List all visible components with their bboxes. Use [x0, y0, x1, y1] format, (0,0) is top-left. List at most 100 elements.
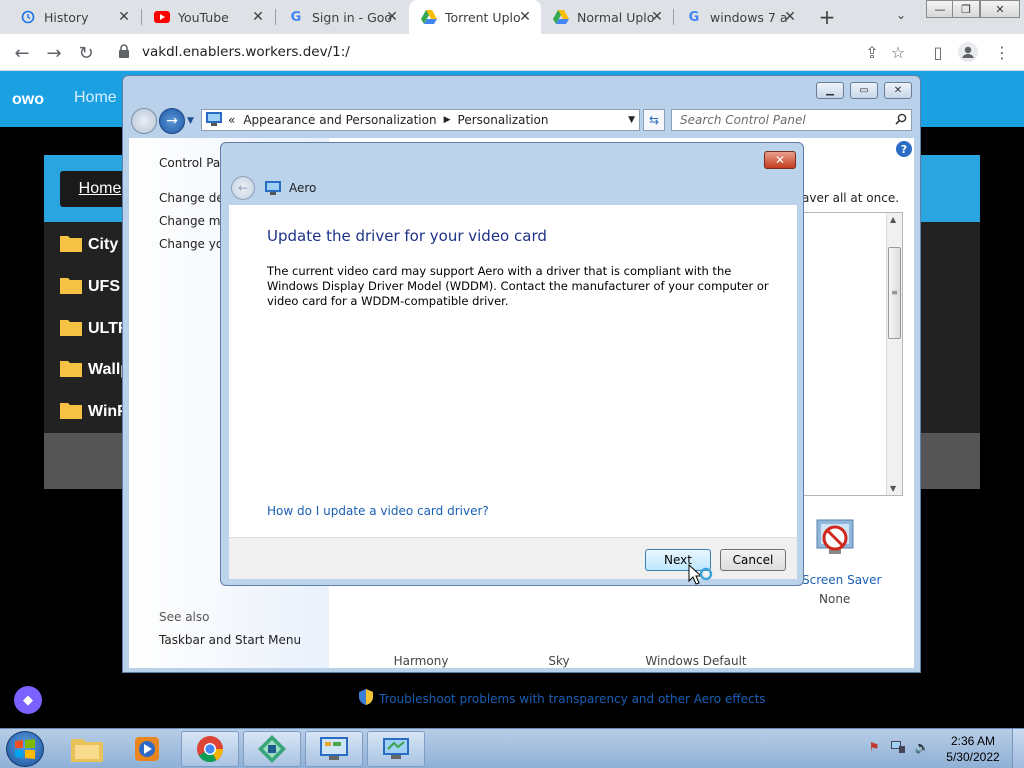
cancel-button[interactable]: Cancel [720, 549, 786, 571]
breadcrumb-separator-icon[interactable]: ▶ [444, 115, 451, 125]
show-desktop-button[interactable] [1012, 729, 1024, 768]
tab-windows-7[interactable]: G windows 7 a ✕ [674, 0, 806, 34]
floating-diamond-icon[interactable]: ◆ [14, 686, 42, 714]
windows-logo-icon [15, 739, 35, 759]
close-icon[interactable]: ✕ [116, 9, 132, 25]
minimize-button[interactable]: — [926, 0, 954, 18]
update-driver-help-link[interactable]: How do I update a video card driver? [267, 504, 489, 518]
folder-icon [60, 401, 82, 424]
taskbar: ⚑ 🔈 2:36 AM 5/30/2022 [0, 728, 1024, 768]
scrollbar-thumb[interactable]: ≡ [888, 247, 901, 339]
tab-search-chevron-icon[interactable]: ⌄ [896, 8, 906, 22]
close-icon[interactable]: ✕ [250, 9, 266, 25]
cp-forward-button[interactable]: → [159, 108, 185, 134]
sidebar-link[interactable]: Change mo [159, 214, 228, 228]
google-icon: G [688, 9, 700, 25]
breadcrumb-personalization[interactable]: Personalization [458, 113, 549, 127]
tab-history[interactable]: History ✕ [0, 0, 140, 34]
screen-saver-icon[interactable] [813, 516, 857, 563]
breadcrumb-appearance[interactable]: Appearance and Personalization [243, 113, 436, 127]
aero-taskbar-icon[interactable] [367, 731, 425, 767]
dialog-back-button[interactable]: ← [231, 176, 255, 200]
cp-back-button[interactable] [131, 108, 157, 134]
google-icon: G [290, 9, 302, 25]
theme-label[interactable]: Windows Default [641, 654, 751, 668]
cp-minimize-button[interactable]: ▁ [816, 82, 844, 99]
tab-normal-upload[interactable]: Normal Uplo ✕ [541, 0, 673, 34]
troubleshoot-text: Troubleshoot problems with transparency … [379, 691, 766, 706]
nav-home-link[interactable]: Home [74, 89, 117, 107]
site-brand[interactable]: owo [12, 91, 44, 109]
recent-pages-chevron-icon[interactable]: ▼ [187, 116, 194, 126]
troubleshoot-link[interactable]: Troubleshoot problems with transparency … [359, 689, 766, 708]
profile-avatar-icon[interactable] [958, 42, 978, 62]
list-item[interactable]: WinF [60, 400, 127, 424]
aero-app-icon [265, 181, 281, 198]
back-arrow-icon[interactable]: ← [10, 41, 34, 65]
clock-date: 5/30/2022 [946, 750, 1000, 764]
scroll-up-icon[interactable]: ▲ [890, 215, 896, 224]
volume-icon[interactable]: 🔈 [914, 739, 930, 755]
cp-search-input[interactable]: Search Control Panel [671, 109, 912, 131]
theme-label[interactable]: Sky [504, 654, 614, 668]
bookmark-star-icon[interactable]: ☆ [888, 42, 908, 62]
theme-label[interactable]: Harmony [366, 654, 476, 668]
action-center-icon[interactable]: ⚑ [866, 739, 882, 755]
explorer-taskbar-icon[interactable] [58, 731, 116, 767]
cp-maximize-button[interactable]: ▭ [850, 82, 878, 99]
scroll-down-icon[interactable]: ▼ [890, 484, 896, 493]
close-icon[interactable]: ✕ [384, 9, 400, 25]
breadcrumb-overflow[interactable]: « [228, 113, 235, 127]
folder-name: City [88, 236, 119, 253]
reload-icon[interactable]: ↻ [74, 41, 98, 65]
network-icon[interactable] [890, 739, 906, 755]
url-text: vakdl.enablers.workers.dev/1:/ [142, 44, 350, 60]
restore-button[interactable]: ❐ [952, 0, 980, 18]
tab-torrent-upload[interactable]: Torrent Uplo ✕ [409, 0, 541, 34]
list-item[interactable]: UFS [60, 275, 120, 299]
vpn-taskbar-icon[interactable] [243, 731, 301, 767]
cp-address-bar[interactable]: « Appearance and Personalization ▶ Perso… [201, 109, 640, 131]
folder-name: UFS [88, 278, 120, 295]
busy-cursor-icon [688, 563, 714, 589]
taskbar-start-menu-link[interactable]: Taskbar and Start Menu [159, 633, 301, 647]
dialog-close-button[interactable]: ✕ [764, 151, 796, 169]
address-bar[interactable]: vakdl.enablers.workers.dev/1:/ [108, 38, 918, 67]
youtube-icon [154, 9, 170, 25]
new-tab-button[interactable]: + [817, 5, 837, 29]
tab-label: windows 7 a [710, 9, 788, 25]
tab-sign-in[interactable]: G Sign in - Goo ✕ [276, 0, 408, 34]
kebab-menu-icon[interactable]: ⋮ [992, 42, 1012, 62]
control-panel-home-link[interactable]: Control Pan [159, 156, 228, 170]
share-icon[interactable]: ⇪ [862, 42, 882, 62]
chrome-taskbar-icon[interactable] [181, 731, 239, 767]
google-drive-icon [421, 9, 437, 25]
start-button[interactable] [6, 731, 44, 767]
media-player-taskbar-icon[interactable] [118, 731, 176, 767]
search-icon[interactable] [895, 113, 907, 128]
tab-youtube[interactable]: YouTube ✕ [142, 0, 274, 34]
window-close-button[interactable]: ✕ [980, 0, 1020, 18]
forward-arrow-icon[interactable]: → [42, 41, 66, 65]
close-icon[interactable]: ✕ [517, 9, 533, 25]
control-panel-taskbar-icon[interactable] [305, 731, 363, 767]
list-item[interactable]: Wallp [60, 358, 130, 382]
close-icon[interactable]: ✕ [782, 9, 798, 25]
cp-close-button[interactable]: ✕ [884, 82, 912, 99]
cp-refresh-icon[interactable]: ⇆ [643, 109, 665, 131]
screen-saver-label[interactable]: Screen Saver [802, 573, 881, 587]
system-clock[interactable]: 2:36 AM 5/30/2022 [940, 733, 1006, 765]
list-item[interactable]: ULTR [60, 317, 129, 341]
dialog-heading: Update the driver for your video card [267, 227, 547, 245]
list-item[interactable]: City [60, 233, 118, 257]
side-panel-icon[interactable]: ▯ [928, 42, 948, 62]
folder-icon [60, 234, 82, 257]
browser-toolbar: ← → ↻ vakdl.enablers.workers.dev/1:/ ⇪ ☆… [0, 34, 1024, 71]
help-icon[interactable]: ? [896, 141, 912, 157]
folder-icon [60, 359, 82, 382]
address-dropdown-icon[interactable]: ▼ [628, 115, 635, 125]
history-icon [20, 9, 36, 25]
close-icon[interactable]: ✕ [649, 9, 665, 25]
theme-list-scrollbar[interactable]: ▲ ≡ ▼ [886, 213, 902, 495]
intro-text: aver all at once. [802, 191, 900, 205]
